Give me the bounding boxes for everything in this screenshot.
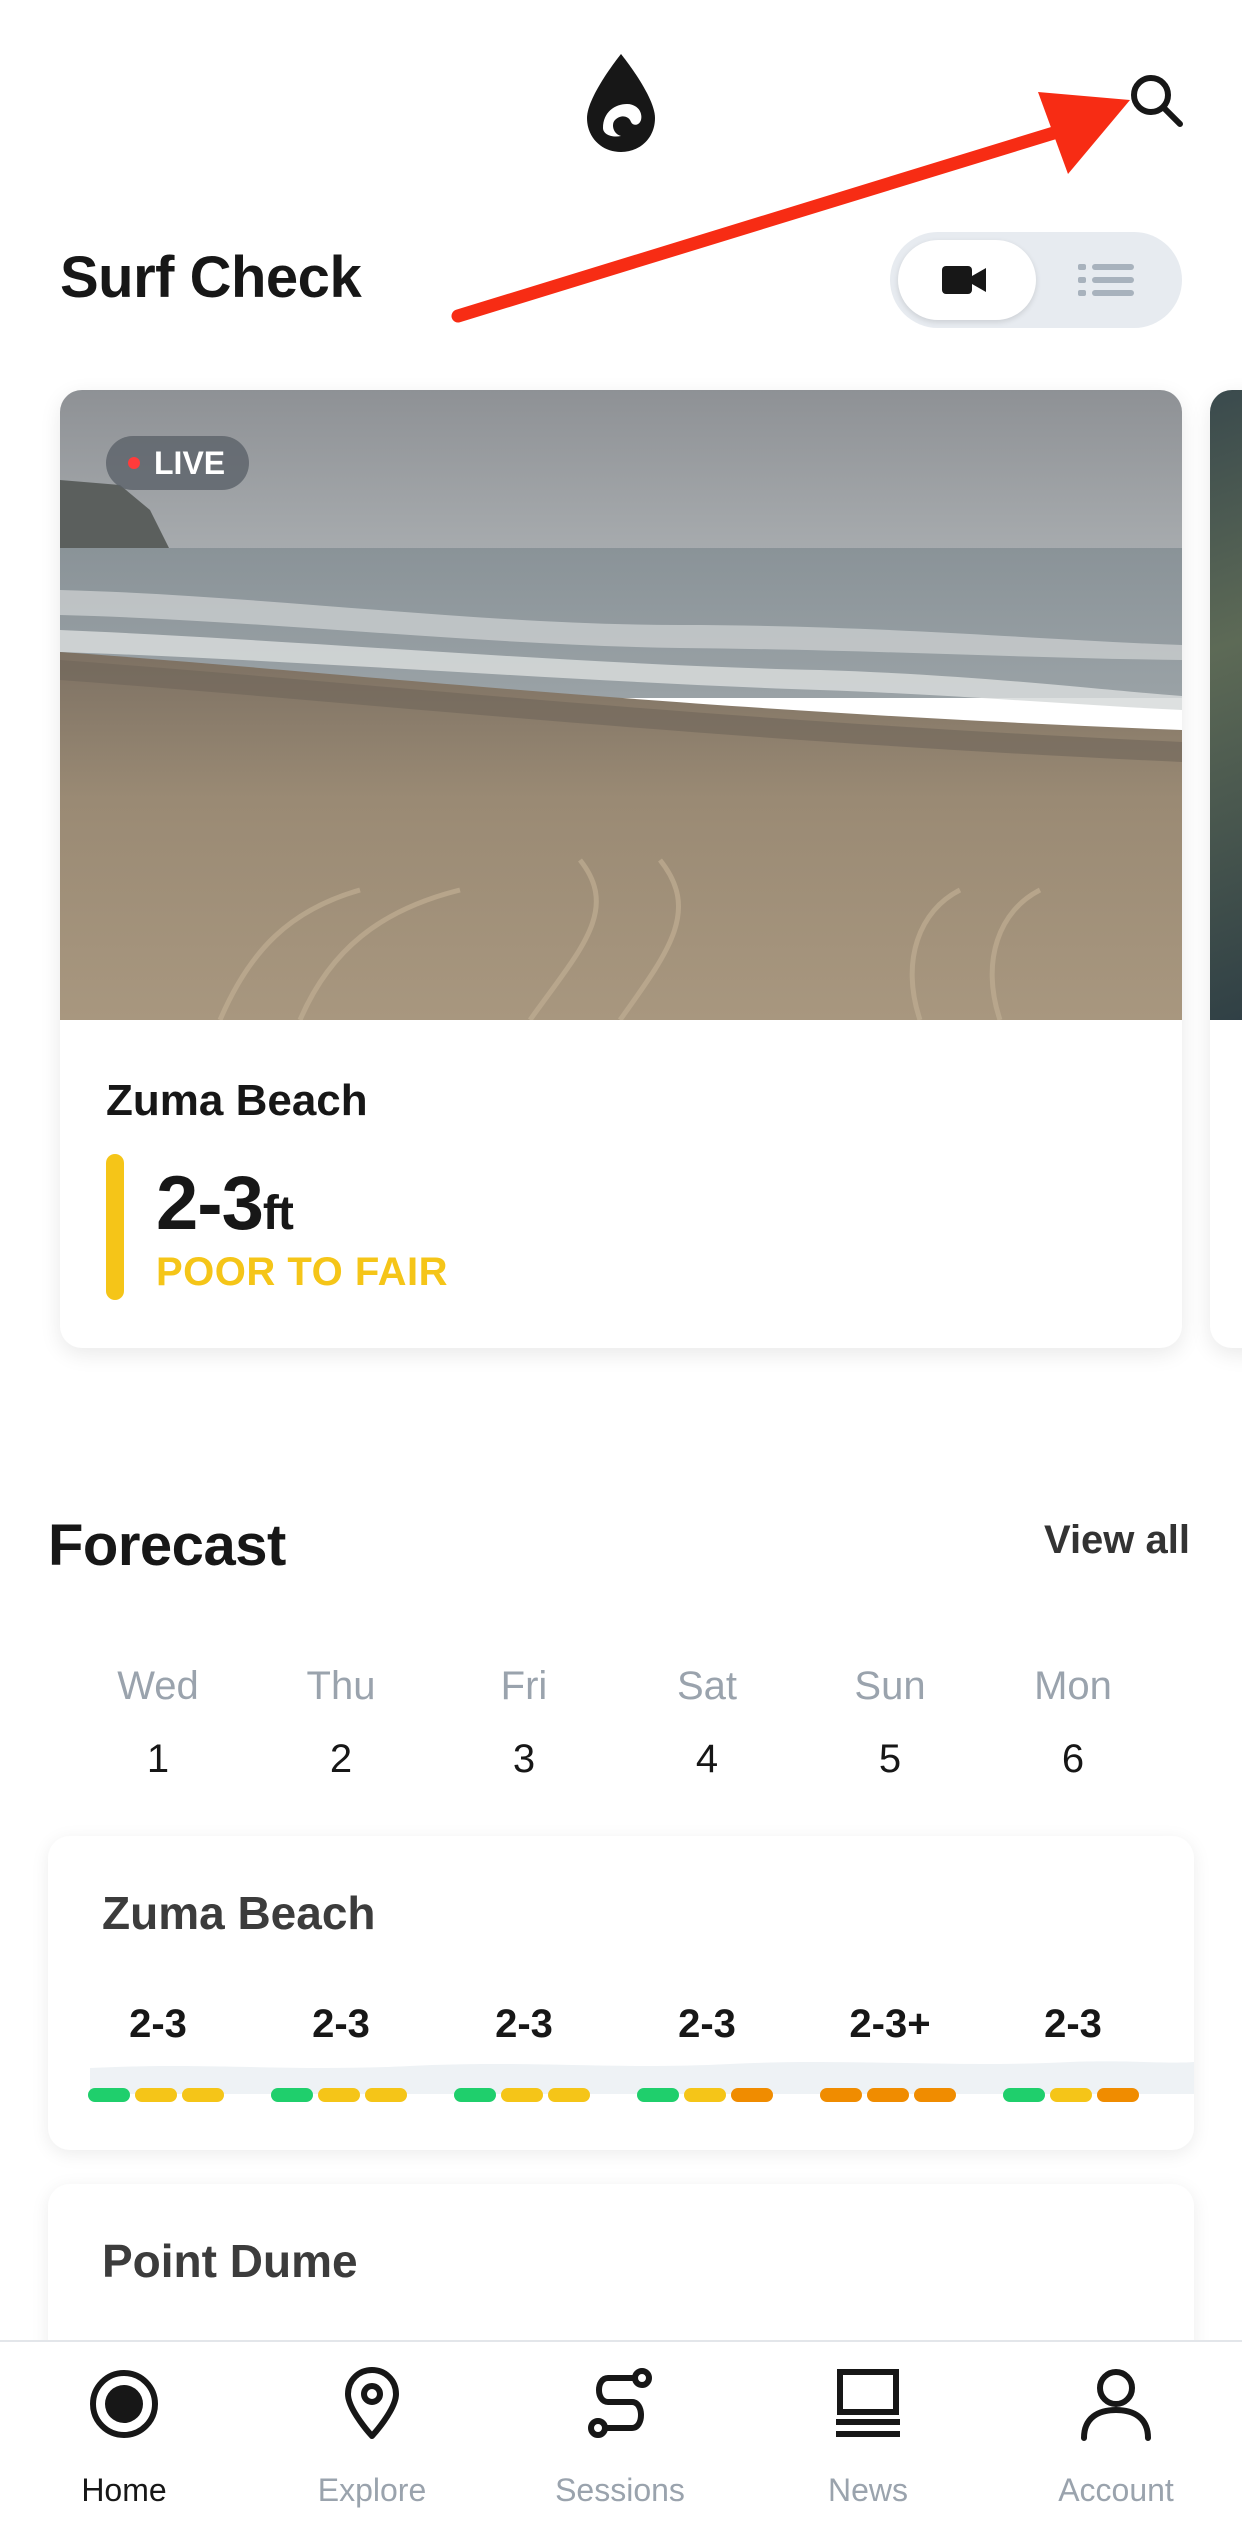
forecast-height: 2-3 bbox=[129, 2002, 187, 2046]
day-number: 2 bbox=[329, 1737, 353, 1781]
rating-segment bbox=[135, 2088, 177, 2102]
home-icon bbox=[90, 2370, 158, 2438]
rating-segment bbox=[1050, 2088, 1092, 2102]
forecast-height: 2-3 bbox=[495, 2002, 553, 2046]
day-column: Sun 5 bbox=[820, 1664, 960, 1782]
rating-segment-group bbox=[271, 2088, 411, 2102]
rating-segment bbox=[684, 2088, 726, 2102]
day-name: Thu bbox=[306, 1664, 376, 1708]
nav-item-explore[interactable]: Explore bbox=[272, 2366, 472, 2516]
day-column: Thu 2 bbox=[271, 1664, 411, 1782]
day-number: 1 bbox=[146, 1737, 170, 1781]
forecast-height: 2-3 bbox=[1044, 2002, 1102, 2046]
wave-height-value: 2-3 bbox=[156, 1161, 264, 1246]
day-number: 3 bbox=[512, 1737, 536, 1781]
forecast-days-row: Wed 1 Thu 2 Fri 3 Sat 4 Sun 5 Mon 6 bbox=[88, 1664, 1188, 1794]
rating-segment-group bbox=[637, 2088, 777, 2102]
wave-height: 2-3ft bbox=[156, 1160, 294, 1247]
day-name: Fri bbox=[500, 1664, 548, 1708]
rating-segment bbox=[454, 2088, 496, 2102]
next-cam-card-peek[interactable] bbox=[1210, 390, 1242, 1348]
rating-segment bbox=[182, 2088, 224, 2102]
rating-segment bbox=[271, 2088, 313, 2102]
bottom-nav: Home Explore Sessions News Account bbox=[0, 2340, 1242, 2534]
forecast-card-zuma-beach[interactable]: Zuma Beach 2-3 2-3 2-3 2-3 2-3+ 2-3 bbox=[48, 1836, 1194, 2150]
nav-item-news[interactable]: News bbox=[768, 2366, 968, 2516]
view-all-link[interactable]: View all bbox=[1044, 1518, 1190, 1563]
search-icon[interactable] bbox=[1126, 70, 1186, 130]
nav-item-sessions[interactable]: Sessions bbox=[520, 2366, 720, 2516]
day-column: Sat 4 bbox=[637, 1664, 777, 1782]
rating-segment bbox=[1097, 2088, 1139, 2102]
rating-segment bbox=[637, 2088, 679, 2102]
rating-segment bbox=[88, 2088, 130, 2102]
forecast-title: Forecast bbox=[48, 1513, 286, 1578]
surf-cam-card[interactable]: LIVE Zuma Beach 2-3ft POOR TO FAIR bbox=[60, 390, 1182, 1348]
forecast-spot-name: Point Dume bbox=[102, 2235, 358, 2287]
forecast-height: 2-3+ bbox=[849, 2002, 931, 2046]
day-number: 5 bbox=[878, 1737, 902, 1781]
nav-item-account[interactable]: Account bbox=[1016, 2366, 1216, 2516]
rating-segment bbox=[820, 2088, 862, 2102]
rating-segment-group bbox=[88, 2088, 228, 2102]
rating-segment-group bbox=[1003, 2088, 1143, 2102]
surf-rating-label: POOR TO FAIR bbox=[156, 1250, 448, 1294]
day-name: Sun bbox=[854, 1664, 926, 1708]
nav-item-home[interactable]: Home bbox=[24, 2366, 224, 2516]
rating-segment bbox=[867, 2088, 909, 2102]
rating-segment bbox=[1003, 2088, 1045, 2102]
day-number: 4 bbox=[695, 1737, 719, 1781]
nav-label: Sessions bbox=[555, 2472, 685, 2508]
wave-height-unit: ft bbox=[262, 1187, 294, 1240]
day-number: 6 bbox=[1061, 1737, 1085, 1781]
rating-segment bbox=[501, 2088, 543, 2102]
nav-label: Explore bbox=[317, 2472, 427, 2508]
live-dot bbox=[128, 457, 140, 469]
surf-check-title: Surf Check bbox=[60, 245, 362, 310]
view-toggle[interactable] bbox=[890, 232, 1182, 328]
app-screen: Surf Check LIVE Zuma Beach 2-3ft POOR TO… bbox=[0, 0, 1242, 2534]
map-pin-icon bbox=[345, 2367, 399, 2439]
forecast-height: 2-3 bbox=[678, 2002, 736, 2046]
water-drop-logo-icon bbox=[587, 54, 655, 152]
list-icon[interactable] bbox=[1078, 260, 1134, 300]
rating-segment bbox=[318, 2088, 360, 2102]
live-badge: LIVE bbox=[106, 436, 250, 490]
rating-segment bbox=[365, 2088, 407, 2102]
nav-label: Home bbox=[81, 2472, 167, 2508]
cam-spot-name: Zuma Beach bbox=[106, 1076, 368, 1125]
day-name: Sat bbox=[676, 1664, 738, 1708]
nav-label: Account bbox=[1058, 2472, 1174, 2508]
day-column: Wed 1 bbox=[88, 1664, 228, 1782]
day-name: Mon bbox=[1034, 1664, 1112, 1708]
nav-label: News bbox=[827, 2472, 908, 2508]
live-label: LIVE bbox=[154, 445, 226, 481]
rating-segment-group bbox=[454, 2088, 594, 2102]
rating-segment bbox=[731, 2088, 773, 2102]
day-name: Wed bbox=[117, 1664, 199, 1708]
news-icon bbox=[836, 2369, 900, 2437]
rating-color-bar bbox=[106, 1154, 124, 1300]
camera-icon[interactable] bbox=[942, 260, 988, 300]
rating-segment bbox=[548, 2088, 590, 2102]
account-icon bbox=[1081, 2369, 1151, 2441]
next-cam-image bbox=[1210, 390, 1242, 1020]
day-column: Fri 3 bbox=[454, 1664, 594, 1782]
forecast-height: 2-3 bbox=[312, 2002, 370, 2046]
rating-segment bbox=[914, 2088, 956, 2102]
sessions-icon bbox=[588, 2368, 652, 2438]
forecast-spot-name: Zuma Beach bbox=[102, 1887, 376, 1939]
day-column: Mon 6 bbox=[1003, 1664, 1143, 1782]
rating-segment-group bbox=[820, 2088, 960, 2102]
